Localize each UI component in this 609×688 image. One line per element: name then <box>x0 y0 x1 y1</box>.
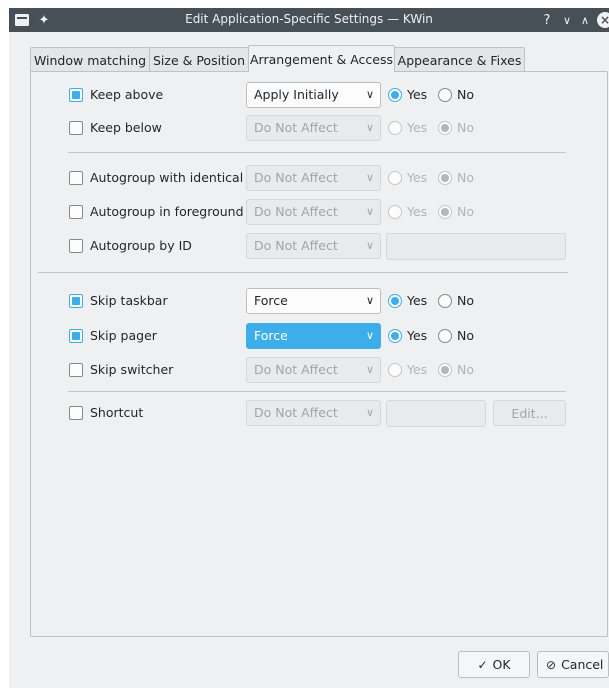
skip-switcher-checkbox[interactable] <box>69 363 83 377</box>
keep-below-policy-value: Do Not Affect <box>254 120 338 135</box>
keep-above-no-label: No <box>457 87 474 102</box>
autogroup-foreground-policy-value: Do Not Affect <box>254 204 338 219</box>
autogroup-identical-yes-label: Yes <box>407 170 428 185</box>
ok-button[interactable]: ✓ OK <box>458 651 530 678</box>
autogroup-foreground-policy-select[interactable]: Do Not Affect ∨ <box>246 199 381 225</box>
tab-size-position[interactable]: Size & Position <box>149 47 249 72</box>
cancel-button-label: Cancel <box>561 657 604 672</box>
skip-taskbar-policy-select[interactable]: Force ∨ <box>246 288 381 314</box>
keep-below-no-radio[interactable] <box>438 121 452 135</box>
chevron-down-icon: ∨ <box>365 239 374 252</box>
skip-pager-no-radio[interactable] <box>438 329 452 343</box>
keep-above-checkbox[interactable] <box>69 88 83 102</box>
keep-above-no-radio[interactable] <box>438 88 452 102</box>
skip-pager-yes-label: Yes <box>407 328 428 343</box>
keep-below-no-label: No <box>457 120 474 135</box>
separator <box>68 391 566 392</box>
autogroup-id-policy-value: Do Not Affect <box>254 238 338 253</box>
window-title: Edit Application-Specific Settings — KWi… <box>185 12 433 26</box>
keep-above-label: Keep above <box>90 87 164 102</box>
skip-taskbar-label: Skip taskbar <box>90 293 168 308</box>
chevron-down-icon: ∨ <box>365 294 374 307</box>
minimize-icon[interactable]: ∨ <box>561 12 573 28</box>
shortcut-checkbox[interactable] <box>69 406 83 420</box>
tab-arrangement-access[interactable]: Arrangement & Access <box>248 45 395 72</box>
keep-below-yes-radio[interactable] <box>388 121 402 135</box>
tab-panel <box>30 71 608 637</box>
help-icon[interactable]: ? <box>541 12 553 28</box>
separator <box>38 272 568 273</box>
autogroup-id-input[interactable] <box>386 233 566 260</box>
autogroup-identical-label: Autogroup with identical <box>90 170 244 185</box>
tab-window-matching[interactable]: Window matching <box>30 47 150 72</box>
cancel-button[interactable]: ⊘ Cancel <box>537 651 609 678</box>
autogroup-id-checkbox[interactable] <box>69 239 83 253</box>
autogroup-id-label: Autogroup by ID <box>90 238 192 253</box>
skip-switcher-no-radio[interactable] <box>438 363 452 377</box>
skip-switcher-yes-radio[interactable] <box>388 363 402 377</box>
close-button[interactable]: × <box>597 12 609 28</box>
autogroup-foreground-checkbox[interactable] <box>69 205 83 219</box>
separator <box>68 152 566 153</box>
skip-switcher-no-label: No <box>457 362 474 377</box>
skip-pager-policy-value: Force <box>254 328 288 343</box>
autogroup-foreground-yes-radio[interactable] <box>388 205 402 219</box>
tab-appearance-fixes[interactable]: Appearance & Fixes <box>394 47 525 72</box>
skip-taskbar-policy-value: Force <box>254 293 288 308</box>
skip-switcher-policy-value: Do Not Affect <box>254 362 338 377</box>
autogroup-foreground-label: Autogroup in foreground <box>90 204 244 219</box>
skip-pager-policy-select[interactable]: Force ∨ <box>246 323 381 349</box>
chevron-down-icon: ∨ <box>365 363 374 376</box>
keep-below-policy-select[interactable]: Do Not Affect ∨ <box>246 115 381 141</box>
chevron-down-icon: ∨ <box>365 406 374 419</box>
skip-switcher-label: Skip switcher <box>90 362 174 377</box>
skip-taskbar-checkbox[interactable] <box>69 294 83 308</box>
autogroup-identical-no-label: No <box>457 170 474 185</box>
autogroup-id-policy-select[interactable]: Do Not Affect ∨ <box>246 233 381 259</box>
cancel-icon: ⊘ <box>546 657 557 672</box>
autogroup-foreground-no-label: No <box>457 204 474 219</box>
chevron-down-icon: ∨ <box>365 329 374 342</box>
autogroup-identical-policy-select[interactable]: Do Not Affect ∨ <box>246 165 381 191</box>
skip-taskbar-yes-radio[interactable] <box>388 294 402 308</box>
keep-below-checkbox[interactable] <box>69 121 83 135</box>
autogroup-identical-no-radio[interactable] <box>438 171 452 185</box>
title-bar[interactable]: ✦ Edit Application-Specific Settings — K… <box>9 8 609 32</box>
keep-below-label: Keep below <box>90 120 162 135</box>
shortcut-policy-select[interactable]: Do Not Affect ∨ <box>246 400 381 426</box>
skip-pager-label: Skip pager <box>90 328 157 343</box>
shortcut-input[interactable] <box>386 400 486 427</box>
chevron-down-icon: ∨ <box>365 205 374 218</box>
autogroup-identical-policy-value: Do Not Affect <box>254 170 338 185</box>
chevron-down-icon: ∨ <box>365 88 374 101</box>
shortcut-label: Shortcut <box>90 405 144 420</box>
autogroup-identical-yes-radio[interactable] <box>388 171 402 185</box>
shortcut-edit-button[interactable]: Edit... <box>493 400 566 426</box>
chevron-down-icon: ∨ <box>365 121 374 134</box>
keep-above-yes-radio[interactable] <box>388 88 402 102</box>
keep-above-yes-label: Yes <box>407 87 428 102</box>
skip-pager-yes-radio[interactable] <box>388 329 402 343</box>
skip-pager-checkbox[interactable] <box>69 329 83 343</box>
ok-button-label: OK <box>492 657 511 672</box>
keep-below-yes-label: Yes <box>407 120 428 135</box>
skip-taskbar-no-radio[interactable] <box>438 294 452 308</box>
skip-taskbar-no-label: No <box>457 293 474 308</box>
skip-switcher-policy-select[interactable]: Do Not Affect ∨ <box>246 357 381 383</box>
keep-above-policy-select[interactable]: Apply Initially ∨ <box>246 82 381 108</box>
check-icon: ✓ <box>477 657 488 672</box>
close-icon: × <box>597 12 609 28</box>
chevron-down-icon: ∨ <box>365 171 374 184</box>
skip-pager-no-label: No <box>457 328 474 343</box>
keep-above-policy-value: Apply Initially <box>254 87 339 102</box>
autogroup-foreground-yes-label: Yes <box>407 204 428 219</box>
skip-taskbar-yes-label: Yes <box>407 293 428 308</box>
skip-switcher-yes-label: Yes <box>407 362 428 377</box>
shortcut-policy-value: Do Not Affect <box>254 405 338 420</box>
autogroup-foreground-no-radio[interactable] <box>438 205 452 219</box>
autogroup-identical-checkbox[interactable] <box>69 171 83 185</box>
maximize-icon[interactable]: ∧ <box>579 12 591 28</box>
